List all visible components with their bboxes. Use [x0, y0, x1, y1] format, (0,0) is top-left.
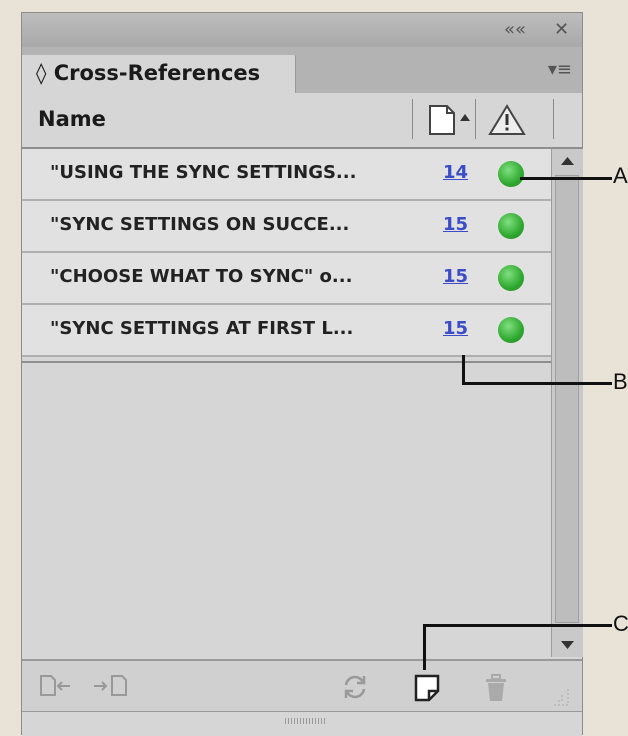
panel-title-bar[interactable]: «« ✕: [22, 13, 582, 48]
page-link[interactable]: 15: [443, 266, 468, 287]
tab-cross-references[interactable]: ◊ Cross-References: [22, 55, 296, 93]
callout-b-line: [462, 382, 612, 385]
callout-c-line: [423, 624, 426, 670]
header-divider: [553, 99, 554, 139]
go-to-destination-icon[interactable]: [92, 673, 132, 703]
list-item[interactable]: "USING THE SYNC SETTINGS... 14: [22, 149, 551, 201]
callout-c-label: C: [613, 611, 628, 636]
resize-grip-icon[interactable]: [550, 687, 570, 711]
name-column-header[interactable]: Name: [38, 107, 106, 131]
tab-label: Cross-References: [53, 61, 261, 85]
collapse-icon[interactable]: ««: [504, 19, 526, 41]
callout-a-line: [520, 177, 612, 180]
reference-name: "SYNC SETTINGS AT FIRST L...: [50, 318, 354, 339]
status-ok-icon: [498, 265, 524, 291]
delete-icon[interactable]: [482, 673, 510, 707]
create-cross-reference-icon[interactable]: [412, 673, 442, 707]
close-icon[interactable]: ✕: [554, 19, 569, 41]
callout-b-line: [462, 355, 465, 385]
list-item[interactable]: "SYNC SETTINGS AT FIRST L... 15: [22, 305, 551, 357]
callout-c-line: [423, 624, 612, 627]
go-to-source-icon[interactable]: [38, 673, 72, 703]
tab-prefix-icon: ◊: [36, 61, 47, 85]
column-header: Name: [22, 93, 582, 149]
page-link[interactable]: 14: [443, 162, 468, 183]
panel-resize-bar[interactable]: [22, 711, 582, 736]
panel-menu-icon[interactable]: ▾≡: [548, 59, 572, 80]
tab-row: ◊ Cross-References ▾≡: [22, 47, 582, 93]
status-ok-icon: [498, 161, 524, 187]
list-item[interactable]: "CHOOSE WHAT TO SYNC" o... 15: [22, 253, 551, 305]
grip-lines: [285, 718, 325, 724]
callout-b-label: B: [613, 369, 628, 394]
callout-a-label: A: [613, 163, 628, 188]
update-icon[interactable]: [339, 673, 371, 705]
status-ok-icon: [498, 317, 524, 343]
scroll-thumb[interactable]: [555, 175, 579, 623]
list-end-divider: [22, 361, 551, 363]
reference-name: "USING THE SYNC SETTINGS...: [50, 162, 357, 183]
panel-footer: [22, 659, 582, 711]
page-link[interactable]: 15: [443, 318, 468, 339]
vertical-scrollbar[interactable]: [551, 149, 583, 657]
status-ok-icon: [498, 213, 524, 239]
scroll-down-arrow-icon[interactable]: [552, 631, 583, 657]
cross-reference-list: "USING THE SYNC SETTINGS... 14 "SYNC SET…: [22, 149, 551, 657]
page-column-icon[interactable]: [427, 103, 473, 141]
reference-name: "CHOOSE WHAT TO SYNC" o...: [50, 266, 353, 287]
warning-column-icon[interactable]: [487, 103, 527, 141]
header-divider: [475, 99, 476, 139]
page-link[interactable]: 15: [443, 214, 468, 235]
reference-name: "SYNC SETTINGS ON SUCCE...: [50, 214, 350, 235]
list-item[interactable]: "SYNC SETTINGS ON SUCCE... 15: [22, 201, 551, 253]
header-divider: [412, 99, 413, 139]
scroll-up-arrow-icon[interactable]: [552, 149, 583, 175]
